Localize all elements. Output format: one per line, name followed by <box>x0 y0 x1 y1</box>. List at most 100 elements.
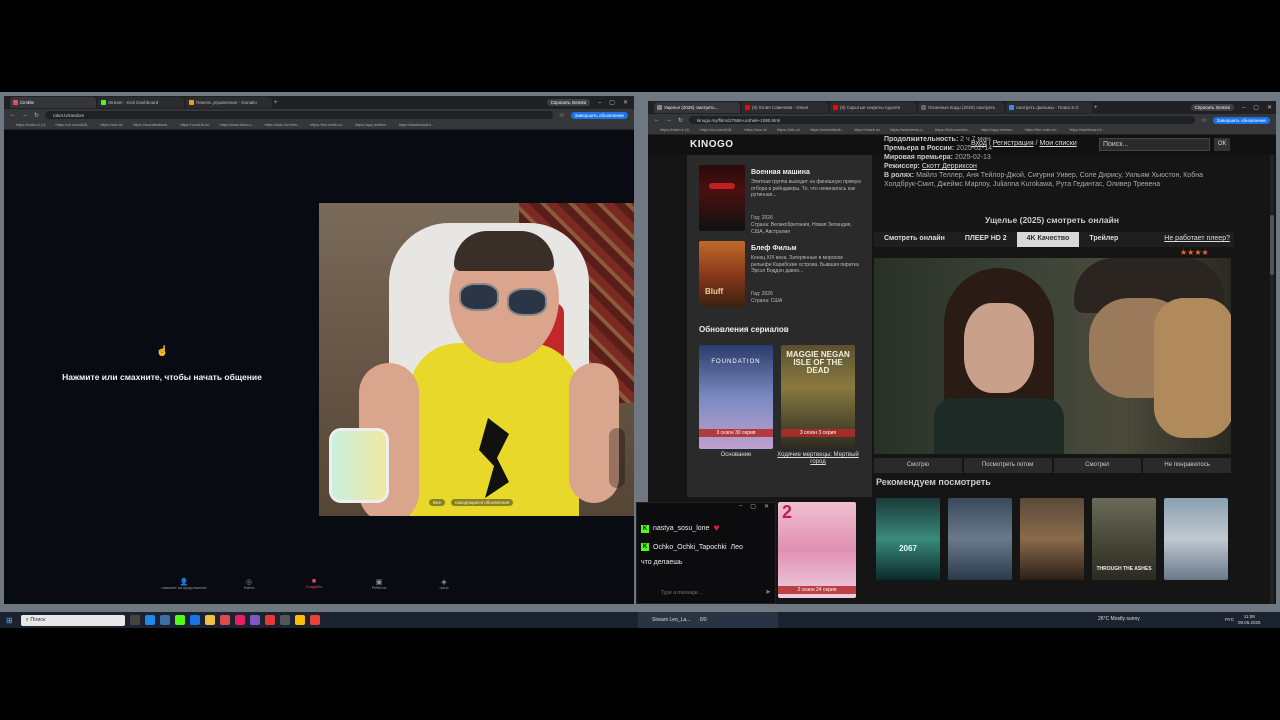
bookmark-item[interactable]: https://app.restrea... <box>355 123 389 127</box>
left-tab-0[interactable]: Cimble <box>10 97 96 108</box>
bookmark-item[interactable]: https://www.temu.c... <box>219 123 254 127</box>
action-button[interactable]: Не понравилось <box>1143 458 1231 473</box>
maximize-icon[interactable]: ▢ <box>1253 104 1259 111</box>
start-chat-prompt[interactable]: Нажмите или смахните, чтобы начать общен… <box>44 372 280 382</box>
back-icon[interactable]: ← <box>10 112 16 118</box>
bookmark-item[interactable]: https://socratesbook... <box>133 123 170 127</box>
rec-poster[interactable] <box>1020 498 1084 580</box>
series-name[interactable]: Ходячие мертвецы: Мертвый город <box>777 452 859 466</box>
minimize-icon[interactable]: – <box>598 100 601 106</box>
star-icon[interactable]: ☆ <box>559 112 564 119</box>
edge-icon[interactable] <box>144 615 155 625</box>
bookmark-item[interactable]: https://ozz.ru/ <box>100 123 123 127</box>
app-icon[interactable] <box>279 615 290 625</box>
left-update-button[interactable]: Завершить обновление <box>570 111 628 119</box>
left-tab-1[interactable]: Stream - Kick Dashboard <box>98 97 184 108</box>
bookmark-item[interactable]: https://the-redis.ru/... <box>1025 128 1060 132</box>
app-icon[interactable] <box>219 615 230 625</box>
chrome-icon[interactable] <box>294 615 305 625</box>
site-logo[interactable]: KINOGO <box>690 139 734 150</box>
right-update-button[interactable]: Завершить обновление <box>1212 116 1270 124</box>
series-name[interactable]: Основание <box>699 452 773 458</box>
gemini-button[interactable]: Спросить Gemini <box>1190 104 1234 111</box>
bookmark-item[interactable]: https://ozz.ru/ <box>744 128 767 132</box>
forward-icon[interactable]: → <box>22 112 28 118</box>
rec-poster[interactable] <box>1164 498 1228 580</box>
reload-icon[interactable]: ↻ <box>34 112 39 119</box>
nav-item[interactable]: ◎ Найти <box>219 578 279 600</box>
action-button[interactable]: Посмотреть потом <box>963 458 1052 473</box>
new-tab-icon[interactable]: + <box>1094 105 1098 111</box>
rec-poster[interactable] <box>948 498 1012 580</box>
video-player[interactable] <box>874 258 1231 454</box>
left-tab-2[interactable]: Панель управления - Donatio <box>186 97 272 108</box>
player-issue-link[interactable]: Не работает плеер? <box>1160 232 1234 247</box>
maximize-icon[interactable]: ▢ <box>609 99 615 106</box>
player-tab[interactable]: Смотреть онлайн <box>874 232 955 247</box>
close-icon[interactable]: ✕ <box>623 99 628 106</box>
player-tab-active[interactable]: 4K Качество <box>1016 232 1080 247</box>
app-icon[interactable] <box>264 615 275 625</box>
bookmark-item[interactable]: https://coub.bl.ru/ <box>180 123 209 127</box>
kick-icon[interactable] <box>174 615 185 625</box>
star-icon[interactable]: ☆ <box>1201 117 1206 124</box>
app-icon[interactable] <box>189 615 200 625</box>
nav-item[interactable]: ◈ Чаты <box>414 578 474 600</box>
nav-item[interactable]: ▣ Ребёнок <box>349 578 409 600</box>
action-button[interactable]: Смотрел <box>1053 458 1142 473</box>
sidebar-item-title[interactable]: Военная машина <box>751 169 810 176</box>
bookmark-item[interactable]: https://kick.com/bm... <box>265 123 301 127</box>
director-link[interactable]: Скотт Дерриксон <box>922 163 977 170</box>
scrollbar[interactable] <box>1270 155 1274 604</box>
windows-start-icon[interactable]: ⊞ <box>6 616 13 625</box>
forward-icon[interactable]: → <box>666 117 672 123</box>
task-view-icon[interactable] <box>129 615 140 625</box>
bookmark-item[interactable]: https://mail.ru/ (1) <box>660 128 690 132</box>
bookmark-item[interactable]: https://vkb.ru/ <box>777 128 800 132</box>
bookmark-item[interactable]: https://dashboard.k... <box>1069 128 1104 132</box>
bookmark-item[interactable]: https://the-redis.ru/... <box>310 123 345 127</box>
chat-username[interactable]: Ochko_Ochki_Tapochki <box>653 544 727 551</box>
tiktok-icon[interactable] <box>234 615 245 625</box>
sidebar-poster-bluff[interactable]: Bluff <box>699 241 745 307</box>
right-tab-3[interactable]: Огненные воды (2025) смотреть <box>918 102 1004 113</box>
bookmark-item[interactable]: https://vk.com/id18... <box>700 128 735 132</box>
star-icon[interactable]: ★ <box>1194 248 1201 257</box>
taskbar-search[interactable]: ⌕ Поиск <box>20 614 125 626</box>
rec-poster[interactable]: 2067 <box>876 498 940 580</box>
new-tab-icon[interactable]: + <box>274 100 278 106</box>
left-address-bar[interactable]: roket.tv/random <box>45 111 554 119</box>
right-tab-0[interactable]: Ущелье (2025) смотреть... <box>654 102 740 113</box>
rec-poster[interactable]: THROUGH THE ASHES <box>1092 498 1156 580</box>
back-icon[interactable]: ← <box>654 117 660 123</box>
bookmark-item[interactable]: https://ozark.ru/ <box>854 128 880 132</box>
series-poster-anime[interactable]: 2 2 сезон 24 серия <box>778 502 856 598</box>
minimize-icon[interactable]: – <box>739 503 742 513</box>
lang[interactable]: РУС <box>1225 617 1234 622</box>
right-address-bar[interactable]: kinogo.my/films/27656-ucshele-1080.html <box>689 116 1196 124</box>
right-tab-2[interactable]: (8) Скрытые секреты Адыгея <box>830 102 916 113</box>
bookmark-item[interactable]: https://kick.com/bm... <box>935 128 971 132</box>
bookmark-item[interactable]: https://app.restrea... <box>981 128 1015 132</box>
player-tab[interactable]: ПЛЕЕР HD 2 <box>955 232 1017 247</box>
series-poster-foundation[interactable]: FOUNDATION 3 сезон 30 серия <box>699 345 773 449</box>
chat-input[interactable]: Type a message... <box>661 590 761 596</box>
steam-icon[interactable] <box>159 615 170 625</box>
rating-stars[interactable]: ★★★★ <box>1180 248 1209 257</box>
right-tab-1[interactable]: (8) Юлия Савичева - Юлия <box>742 102 828 113</box>
action-button[interactable]: Смотрю <box>874 458 962 473</box>
chrome-icon[interactable] <box>309 615 320 625</box>
player-tab[interactable]: Трейлер <box>1079 232 1128 247</box>
sidebar-item-title[interactable]: Блеф Фильм <box>751 245 797 252</box>
bookmark-item[interactable]: https://dashboard.k... <box>399 123 434 127</box>
reload-icon[interactable]: ↻ <box>678 117 683 124</box>
app-icon[interactable] <box>249 615 260 625</box>
folder-icon[interactable] <box>204 615 215 625</box>
overlay-tag[interactable]: находящиеся обновления <box>451 499 514 506</box>
series-poster-walking-dead[interactable]: MAGGIE NEGAN ISLE OF THE DEAD 3 сезон 3 … <box>781 345 855 449</box>
close-icon[interactable]: ✕ <box>1267 104 1272 111</box>
scrollbar-thumb[interactable] <box>1270 215 1274 275</box>
bookmark-item[interactable]: https://worldoftank... <box>810 128 844 132</box>
bookmark-item[interactable]: https://vk.com/id18... <box>56 123 91 127</box>
taskbar-stream-item[interactable]: Stream Leo_La... 0/0 <box>638 612 778 628</box>
